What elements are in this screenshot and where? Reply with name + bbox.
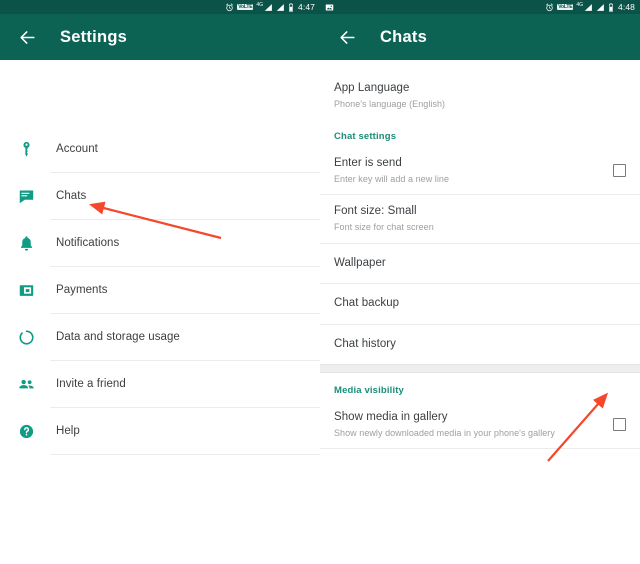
toolbar-settings: Settings [0,14,320,60]
alarm-icon [226,3,234,11]
signal-4g-icon: 4G [256,1,264,8]
battery-icon [609,2,614,12]
signal-4g-icon: 4G [576,1,584,8]
signal-bars-icon [264,3,272,11]
setting-row-chat-history[interactable]: Chat history [320,324,640,365]
sidebar-item-help[interactable]: Help [0,408,320,454]
divider [50,454,320,455]
section-header-chat-settings: Chat settings [320,119,640,148]
setting-title: App Language [334,82,410,94]
setting-subtitle: Show newly downloaded media in your phon… [334,427,555,438]
bell-icon [14,231,38,255]
sidebar-item-label: Invite a friend [56,378,126,390]
right-phone-screen: VoLTE 4G 4:48 Chats App Language Phone's… [320,0,640,564]
sidebar-item-account[interactable]: Account [0,126,320,172]
back-arrow-icon[interactable] [14,24,40,50]
status-bar-left: VoLTE 4G 4:47 [0,0,320,14]
sidebar-item-notifications[interactable]: Notifications [0,220,320,266]
payments-card-icon [14,278,38,302]
setting-row-wallpaper[interactable]: Wallpaper [320,243,640,284]
status-bar-system-icons-right: VoLTE 4G 4:48 [545,1,635,12]
sidebar-item-label: Account [56,143,98,155]
sidebar-item-label: Payments [56,284,108,296]
setting-row-enter-is-send[interactable]: Enter is send Enter key will add a new l… [320,147,640,195]
screenshot-image-icon [325,4,334,10]
help-circle-icon [14,419,38,443]
left-phone-screen: VoLTE 4G 4:47 Settings Account Chats Not… [0,0,320,564]
key-icon [14,137,38,161]
status-bar-clock: 4:47 [298,1,315,12]
sidebar-item-chats[interactable]: Chats [0,173,320,219]
setting-title: Wallpaper [334,256,386,269]
page-title: Settings [60,27,128,46]
setting-text-block: Show media in gallery Show newly downloa… [334,410,601,439]
sidebar-item-data-and-storage-usage[interactable]: Data and storage usage [0,314,320,360]
setting-subtitle: Font size for chat screen [334,221,434,232]
people-icon [14,372,38,396]
section-header-media-visibility: Media visibility [320,373,640,402]
enter-is-send-checkbox[interactable] [613,164,626,178]
volte-icon: VoLTE [237,3,254,10]
setting-title: Font size: Small [334,205,417,218]
status-bar-clock: 4:48 [618,1,635,12]
page-title: Chats [380,27,428,46]
sidebar-item-label: Data and storage usage [56,331,180,343]
setting-subtitle: Phone's language (English) [334,98,446,109]
setting-text-block: Enter is send Enter key will add a new l… [334,156,601,185]
signal-bars-icon [276,3,284,11]
sidebar-item-label: Notifications [56,237,120,249]
data-usage-icon [14,325,38,349]
signal-bars-icon [596,3,604,11]
setting-title: Chat history [334,337,396,350]
battery-icon [289,2,294,12]
signal-bars-icon [584,3,592,11]
setting-row-show-media-in-gallery[interactable]: Show media in gallery Show newly downloa… [320,401,640,449]
volte-icon: VoLTE [557,3,574,10]
sidebar-item-payments[interactable]: Payments [0,267,320,313]
divider [320,448,640,450]
sidebar-item-invite-a-friend[interactable]: Invite a friend [0,361,320,407]
sidebar-item-label: Chats [56,190,87,202]
settings-list-top-spacer [0,60,320,126]
setting-subtitle: Enter key will add a new line [334,173,450,184]
toolbar-chats: Chats [320,14,640,60]
setting-row-chat-backup[interactable]: Chat backup [320,284,640,324]
setting-row-font-size[interactable]: Font size: Small Font size for chat scre… [320,195,640,243]
show-media-in-gallery-checkbox[interactable] [613,418,626,432]
chat-icon [14,184,38,208]
section-separator-band [320,364,640,374]
back-arrow-icon[interactable] [334,24,360,50]
dual-screenshot-composite: VoLTE 4G 4:47 Settings Account Chats Not… [0,0,640,564]
status-bar-right: VoLTE 4G 4:48 [320,0,640,14]
sidebar-item-label: Help [56,425,80,437]
setting-title: Enter is send [334,157,402,170]
alarm-icon [546,3,554,11]
setting-row-app-language[interactable]: App Language Phone's language (English) [320,72,640,120]
status-bar-notifications-right [325,3,545,12]
setting-title: Chat backup [334,297,400,310]
setting-title: Show media in gallery [334,411,448,424]
content-top-spacer [320,60,640,72]
status-bar-system-icons-left: VoLTE 4G 4:47 [225,1,315,12]
